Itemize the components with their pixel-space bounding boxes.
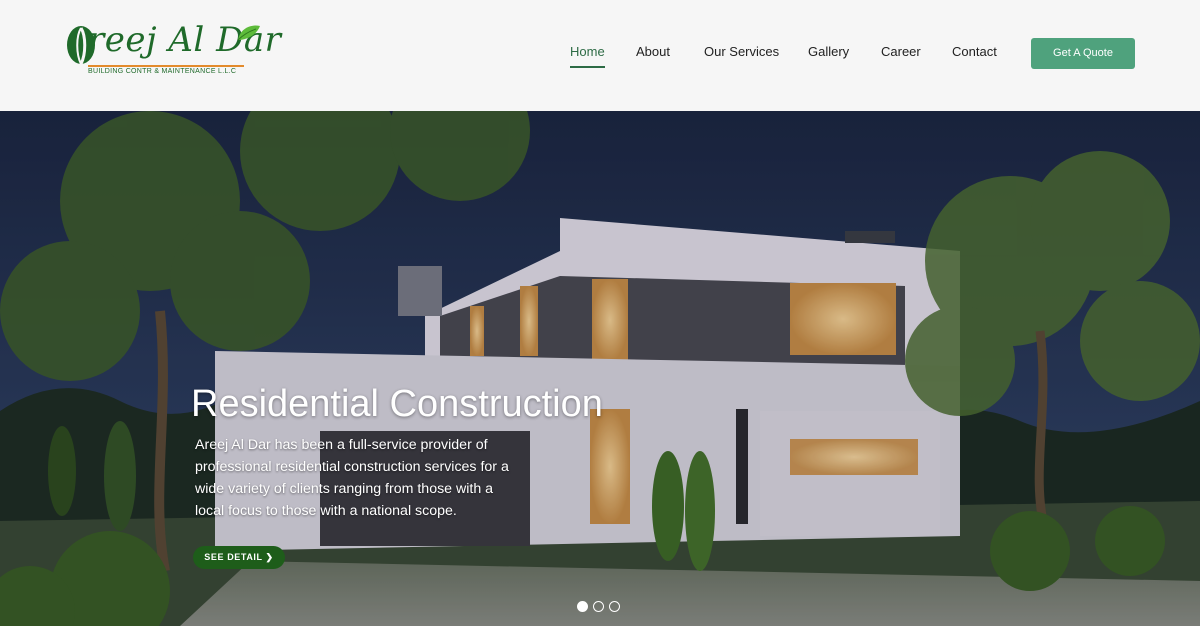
- nav-active-underline: [570, 66, 605, 68]
- logo-sprout-icon: [237, 25, 260, 41]
- nav-our-services[interactable]: Our Services: [704, 44, 779, 59]
- nav-career[interactable]: Career: [881, 44, 921, 59]
- brand-logo[interactable]: reej Al Dar BUILDING CONTR & MAINTENANCE…: [64, 18, 281, 80]
- nav-gallery[interactable]: Gallery: [808, 44, 849, 59]
- site-header: reej Al Dar BUILDING CONTR & MAINTENANCE…: [0, 0, 1200, 111]
- see-detail-button[interactable]: SEE DETAIL ❯: [193, 546, 285, 569]
- nav-home-label: Home: [570, 44, 605, 59]
- slide-dot-3[interactable]: [609, 601, 620, 612]
- get-a-quote-button[interactable]: Get A Quote: [1031, 38, 1135, 69]
- hero-slider: Residential Construction Areej Al Dar ha…: [0, 111, 1200, 626]
- logo-divider: [88, 65, 244, 67]
- hero-description: Areej Al Dar has been a full-service pro…: [195, 437, 509, 519]
- nav-home[interactable]: Home: [570, 44, 605, 68]
- nav-about[interactable]: About: [636, 44, 670, 59]
- nav-contact-label: Contact: [952, 44, 997, 59]
- nav-career-label: Career: [881, 44, 921, 59]
- slide-dot-2[interactable]: [593, 601, 604, 612]
- hero-house-image: [0, 111, 1200, 626]
- slide-dot-1[interactable]: [577, 601, 588, 612]
- hero-title: Residential Construction: [191, 383, 603, 425]
- nav-gallery-label: Gallery: [808, 44, 850, 59]
- nav-our-services-label: Our Services: [704, 44, 780, 59]
- nav-about-label: About: [636, 44, 670, 59]
- brand-subtitle: BUILDING CONTR & MAINTENANCE L.L.C: [88, 68, 237, 75]
- nav-contact[interactable]: Contact: [952, 44, 997, 59]
